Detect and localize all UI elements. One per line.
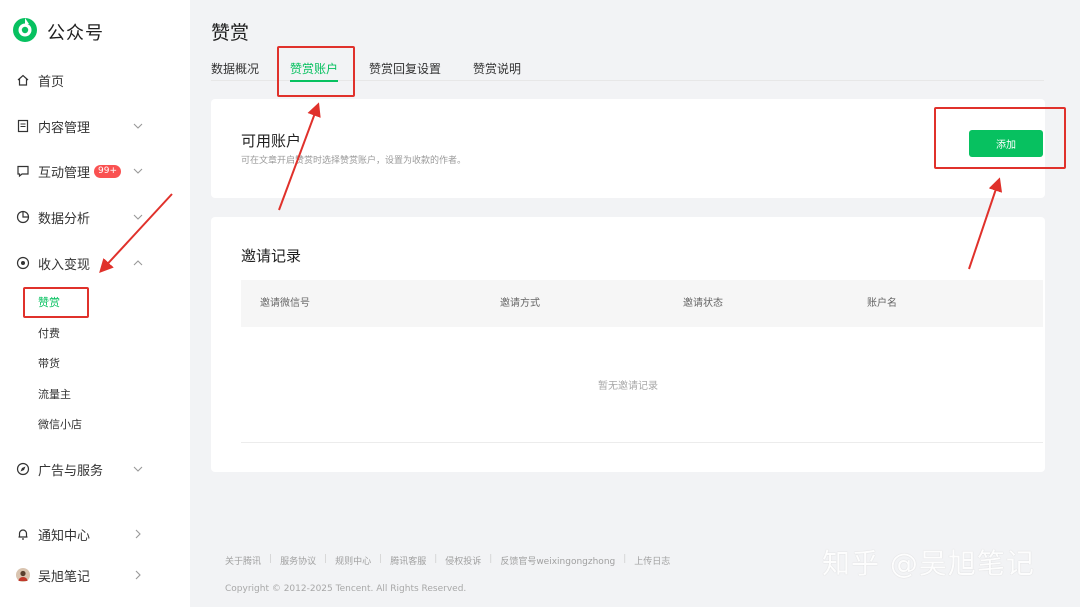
footer-link[interactable]: 上传日志 [634,554,670,567]
footer-link[interactable]: 反馈官号weixingongzhong [500,554,615,567]
column-header: 邀请微信号 [260,298,310,309]
sidebar-item-label: 互动管理 [38,165,91,181]
pie-chart-icon [16,210,30,224]
empty-state-text: 暂无邀请记录 [598,381,658,392]
column-header: 邀请方式 [500,298,540,309]
wechat-official-logo-icon [12,17,38,47]
invite-records-card: 邀请记录 邀请微信号 邀请方式 邀请状态 账户名 暂无邀请记录 [211,217,1045,472]
sidebar-item-label: 内容管理 [38,120,91,136]
chevron-down-icon [133,466,143,472]
tab-data-overview[interactable]: 数据概况 [211,60,259,81]
bell-icon [16,527,30,541]
sidebar-item-content[interactable]: 内容管理 [0,111,190,141]
available-accounts-card: 可用账户 可在文章开启赞赏时选择赞赏账户，设置为收款的作者。 添加 [211,99,1045,198]
sidebar-item-monetization[interactable]: 收入变现 [0,248,190,278]
chevron-up-icon [133,260,143,266]
coin-icon [16,256,30,270]
sidebar-item-label: 吴旭笔记 [38,569,91,585]
chevron-down-icon [133,214,143,220]
footer-link[interactable]: 腾讯客服 [390,554,426,567]
sidebar-item-account[interactable]: 吴旭笔记 [0,560,190,590]
sidebar-item-label: 广告与服务 [38,463,104,479]
sidebar-subitem-commerce[interactable]: 带货 [38,354,60,374]
sidebar-item-ads[interactable]: 广告与服务 [0,454,190,484]
document-icon [16,119,30,133]
logo[interactable]: 公众号 [12,18,104,46]
chevron-down-icon [133,123,143,129]
logo-text: 公众号 [47,23,104,44]
footer-link[interactable]: 服务协议 [280,554,316,567]
sidebar-item-analytics[interactable]: 数据分析 [0,202,190,232]
sidebar-item-label: 数据分析 [38,211,91,227]
available-accounts-title: 可用账户 [241,132,302,150]
available-accounts-description: 可在文章开启赞赏时选择赞赏账户，设置为收款的作者。 [241,156,467,166]
sidebar-item-label: 收入变现 [38,257,91,273]
sidebar-subitem-traffic[interactable]: 流量主 [38,385,71,405]
tab-reply-settings[interactable]: 赞赏回复设置 [369,60,441,81]
home-icon [16,73,30,87]
sidebar-subitem-paid[interactable]: 付费 [38,324,60,344]
sidebar-subitem-shop[interactable]: 微信小店 [38,415,82,435]
sidebar-item-home[interactable]: 首页 [0,65,190,95]
annotation-box-account-tab [277,46,355,97]
tab-appreciation-guide[interactable]: 赞赏说明 [473,60,521,81]
footer-link[interactable]: 侵权投诉 [445,554,481,567]
sidebar-item-label: 首页 [38,74,65,90]
notification-badge: 99+ [94,164,122,178]
footer-link[interactable]: 规则中心 [335,554,371,567]
invite-records-title: 邀请记录 [241,247,302,265]
chevron-right-icon [135,529,141,539]
annotation-box-add-button [934,107,1066,169]
table-divider [241,442,1043,443]
table-header: 邀请微信号 邀请方式 邀请状态 账户名 [241,280,1043,327]
sidebar-item-interaction[interactable]: 互动管理 99+ [0,156,190,186]
chevron-right-icon [135,570,141,580]
column-header: 账户名 [867,298,897,309]
compass-icon [16,462,30,476]
footer-link[interactable]: 关于腾讯 [225,554,261,567]
copyright: Copyright © 2012-2025 Tencent. All Right… [225,584,467,594]
annotation-box-appreciation [23,287,89,318]
watermark: 知乎 @吴旭笔记 [822,547,1035,580]
sidebar-item-label: 通知中心 [38,528,91,544]
sidebar-item-notifications[interactable]: 通知中心 [0,519,190,549]
avatar [16,568,30,582]
column-header: 邀请状态 [683,298,723,309]
chevron-down-icon [133,168,143,174]
footer-links: 关于腾讯 | 服务协议 | 规则中心 | 腾讯客服 | 侵权投诉 | 反馈官号weixin… [225,554,671,567]
page-title: 赞赏 [211,22,250,44]
chat-icon [16,164,30,178]
